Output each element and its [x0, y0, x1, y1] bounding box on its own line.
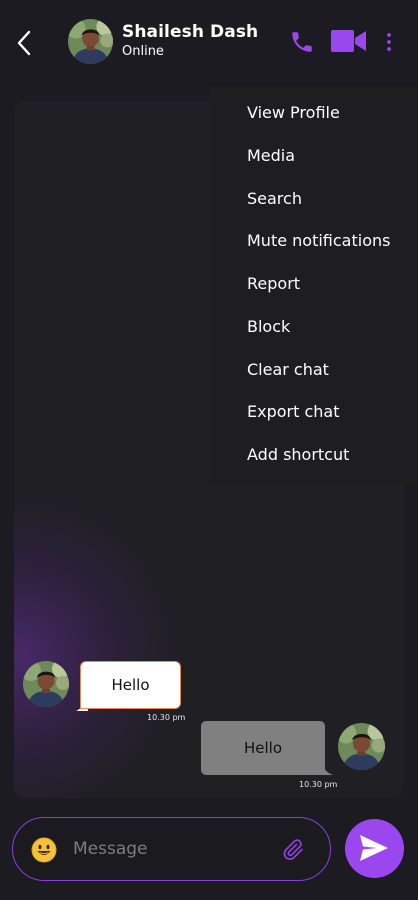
menu-item-export-chat[interactable]: Export chat — [209, 399, 418, 442]
contact-avatar[interactable] — [68, 19, 113, 64]
chat-screen: Shailesh Dash Online Hello 10.30 pm Hell… — [0, 0, 418, 900]
phone-icon — [292, 32, 312, 52]
emoji-icon — [31, 837, 57, 863]
menu-item-mute-notifications[interactable]: Mute notifications — [209, 228, 418, 271]
menu-item-add-shortcut[interactable]: Add shortcut — [209, 442, 418, 485]
video-call-button[interactable] — [331, 30, 366, 52]
menu-item-clear-chat[interactable]: Clear chat — [209, 357, 418, 400]
emoji-button[interactable] — [31, 837, 57, 863]
chat-header: Shailesh Dash Online — [0, 0, 418, 86]
message-input[interactable] — [71, 834, 271, 864]
outgoing-avatar — [338, 723, 385, 770]
outgoing-message-time: 10.30 pm — [299, 780, 338, 789]
send-icon — [360, 835, 388, 861]
more-options-button[interactable] — [382, 30, 396, 54]
menu-item-report[interactable]: Report — [209, 271, 418, 314]
menu-item-block[interactable]: Block — [209, 314, 418, 357]
menu-item-search[interactable]: Search — [209, 186, 418, 229]
contact-name[interactable]: Shailesh Dash — [122, 22, 258, 42]
back-button[interactable] — [12, 26, 40, 60]
voice-call-button[interactable] — [289, 29, 315, 55]
outgoing-message-bubble[interactable]: Hello — [201, 721, 325, 775]
incoming-avatar — [23, 661, 69, 707]
chevron-left-icon — [17, 30, 31, 56]
menu-item-view-profile[interactable]: View Profile — [209, 100, 418, 143]
incoming-message-time: 10.30 pm — [147, 713, 186, 722]
contact-status: Online — [122, 44, 164, 59]
send-button[interactable] — [345, 819, 404, 878]
incoming-message-bubble[interactable]: Hello — [80, 661, 181, 709]
more-vertical-icon — [387, 33, 391, 51]
attach-button[interactable] — [282, 838, 306, 862]
video-camera-icon — [331, 30, 366, 52]
menu-item-media[interactable]: Media — [209, 143, 418, 186]
message-composer — [12, 817, 331, 881]
background-glow — [14, 491, 184, 798]
options-menu: View Profile Media Search Mute notificat… — [209, 86, 418, 484]
paperclip-icon — [283, 839, 303, 861]
